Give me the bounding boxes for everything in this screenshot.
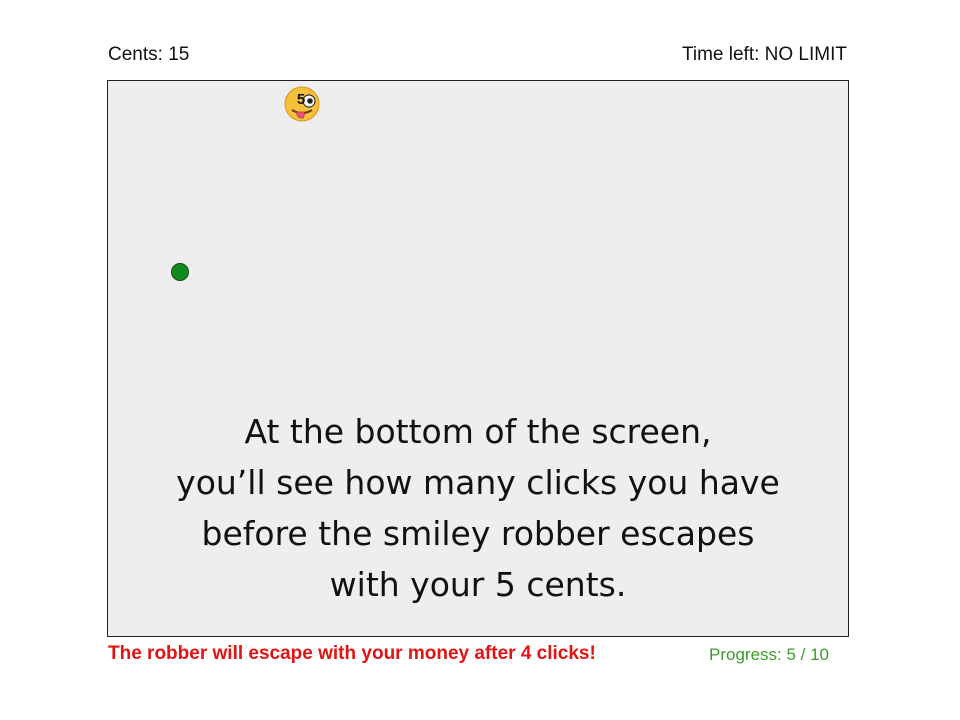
- caption-line: with your 5 cents.: [329, 565, 627, 604]
- game-area[interactable]: 5 At the bottom of the screen, you’ll se…: [107, 80, 849, 637]
- cents-counter: Cents: 15: [108, 44, 190, 65]
- time-left-label: Time left: NO LIMIT: [681, 44, 847, 65]
- caption-line: you’ll see how many clicks you have: [176, 463, 780, 502]
- escape-warning: The robber will escape with your money a…: [108, 643, 596, 664]
- instruction-caption: At the bottom of the screen, you’ll see …: [108, 406, 848, 610]
- caption-line: before the smiley robber escapes: [201, 514, 755, 553]
- smiley-robber-icon[interactable]: 5: [284, 86, 320, 122]
- green-dot-target[interactable]: [171, 263, 189, 281]
- progress-counter: Progress: 5 / 10: [709, 645, 830, 664]
- caption-line: At the bottom of the screen,: [244, 412, 712, 451]
- robber-amount-label: 5: [297, 91, 305, 108]
